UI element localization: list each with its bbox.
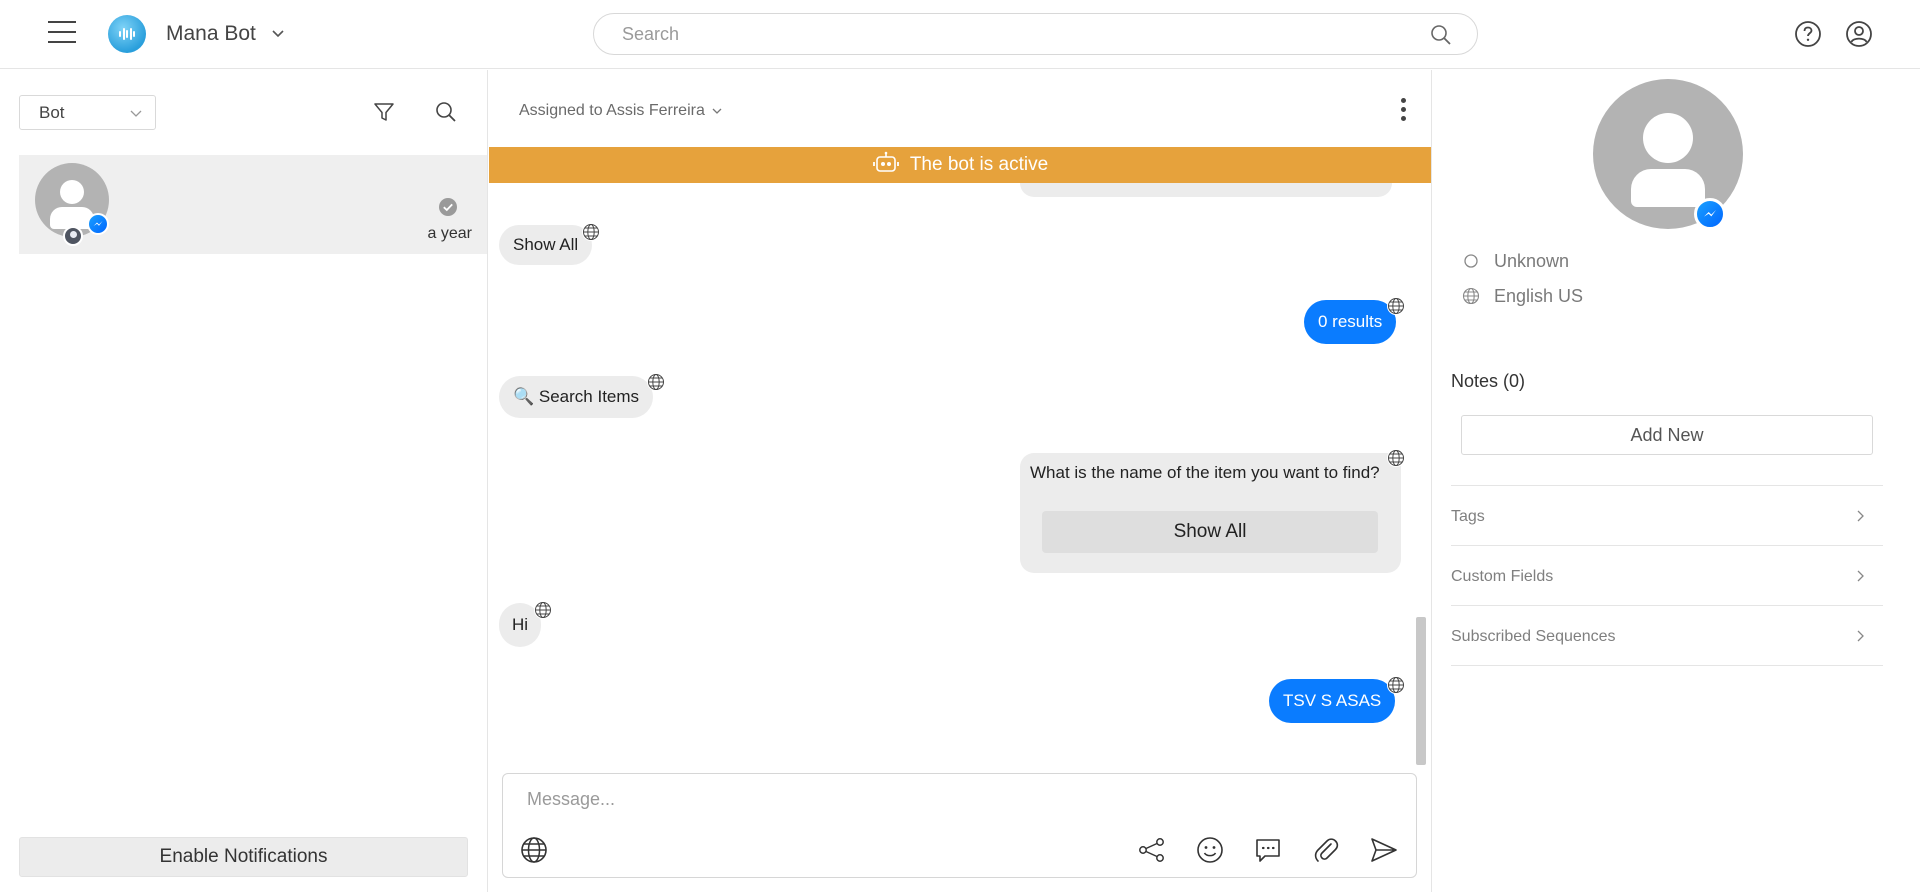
inbox-filter-select[interactable]: Bot xyxy=(19,95,156,130)
add-note-button[interactable]: Add New xyxy=(1461,415,1873,455)
message-bubble-in: 🔍 Search Items xyxy=(499,376,654,418)
chevron-right-icon xyxy=(1857,570,1864,582)
scrollbar-thumb[interactable] xyxy=(1416,617,1426,765)
contact-status: Unknown xyxy=(1462,251,1569,272)
subscribed-sequences-section[interactable]: Subscribed Sequences xyxy=(1451,605,1883,665)
custom-fields-label: Custom Fields xyxy=(1451,568,1554,585)
user-icon[interactable] xyxy=(1845,20,1873,48)
status-text: Unknown xyxy=(1494,251,1570,271)
globe-icon[interactable] xyxy=(582,223,600,241)
assignee-dropdown[interactable]: Assigned to Assis Ferreira xyxy=(519,102,723,120)
contact-language: English US xyxy=(1462,286,1583,307)
globe-icon[interactable] xyxy=(647,373,665,391)
chevron-down-icon xyxy=(130,110,142,117)
notes-title: Notes (0) xyxy=(1451,371,1526,391)
contact-details-panel: Unknown English US Notes (0) Add New Tag… xyxy=(1431,70,1920,892)
app-logo xyxy=(108,15,146,53)
attachment-icon[interactable] xyxy=(1311,835,1341,865)
message-input[interactable] xyxy=(527,786,1387,812)
globe-icon[interactable] xyxy=(1387,449,1405,467)
globe-icon[interactable] xyxy=(1387,297,1405,315)
status-circle-icon xyxy=(1464,254,1478,268)
globe-icon[interactable] xyxy=(1387,676,1405,694)
more-options-icon[interactable] xyxy=(1399,98,1407,124)
card-question: What is the name of the item you want to… xyxy=(1030,463,1380,482)
bot-active-banner: The bot is active xyxy=(489,147,1431,183)
menu-icon[interactable] xyxy=(48,21,76,45)
agent-avatar xyxy=(63,226,83,246)
chat-panel: Assigned to Assis Ferreira The bot is ac… xyxy=(489,70,1431,892)
enable-notifications-button[interactable]: Enable Notifications xyxy=(19,837,468,877)
message-list: Show All 0 results 🔍 Search Items What i… xyxy=(489,183,1431,765)
bot-name[interactable]: Mana Bot xyxy=(166,22,256,46)
assignee-label: Assigned to Assis Ferreira xyxy=(519,102,705,119)
tags-label: Tags xyxy=(1451,508,1485,525)
message-bubble-out: 0 results xyxy=(1304,300,1397,344)
message-bubble-in: Show All xyxy=(499,225,593,265)
conversation-time: a year xyxy=(427,225,472,242)
global-search[interactable] xyxy=(593,13,1478,55)
messenger-icon xyxy=(87,213,109,235)
filter-icon[interactable] xyxy=(372,100,396,124)
message-bubble-out: TSV S ASAS xyxy=(1269,679,1396,723)
search-icon[interactable] xyxy=(1429,23,1453,47)
conversation-list-panel: Bot a year Enable Notifications xyxy=(0,70,488,892)
chat-icon[interactable] xyxy=(1253,835,1283,865)
globe-icon[interactable] xyxy=(519,835,549,865)
chevron-right-icon xyxy=(1857,630,1864,642)
globe-icon[interactable] xyxy=(534,601,552,619)
language-text: English US xyxy=(1494,286,1584,306)
bot-banner-text: The bot is active xyxy=(909,154,1049,175)
chevron-right-icon xyxy=(1857,510,1864,522)
search-input[interactable] xyxy=(622,22,1402,46)
filter-select-value: Bot xyxy=(39,103,65,122)
flow-icon[interactable] xyxy=(1137,835,1167,865)
search-icon[interactable] xyxy=(434,100,458,124)
check-circle-icon xyxy=(439,198,457,216)
message-card: What is the name of the item you want to… xyxy=(1020,453,1401,573)
help-icon[interactable] xyxy=(1794,20,1822,48)
tags-section[interactable]: Tags xyxy=(1451,485,1883,545)
conversation-item[interactable]: a year xyxy=(19,155,487,254)
emoji-icon[interactable] xyxy=(1195,835,1225,865)
chevron-down-icon xyxy=(712,108,722,114)
show-all-button[interactable]: Show All xyxy=(1042,511,1378,553)
message-bubble xyxy=(1020,183,1392,197)
globe-icon xyxy=(1462,287,1480,304)
robot-icon xyxy=(872,152,899,173)
custom-fields-section[interactable]: Custom Fields xyxy=(1451,545,1883,605)
divider xyxy=(1451,665,1883,666)
message-composer xyxy=(502,773,1417,878)
top-bar: Mana Bot xyxy=(0,0,1920,69)
chevron-down-icon[interactable] xyxy=(270,25,286,41)
subscribed-sequences-label: Subscribed Sequences xyxy=(1451,628,1616,645)
send-icon[interactable] xyxy=(1369,835,1399,865)
messenger-icon xyxy=(1694,198,1726,230)
